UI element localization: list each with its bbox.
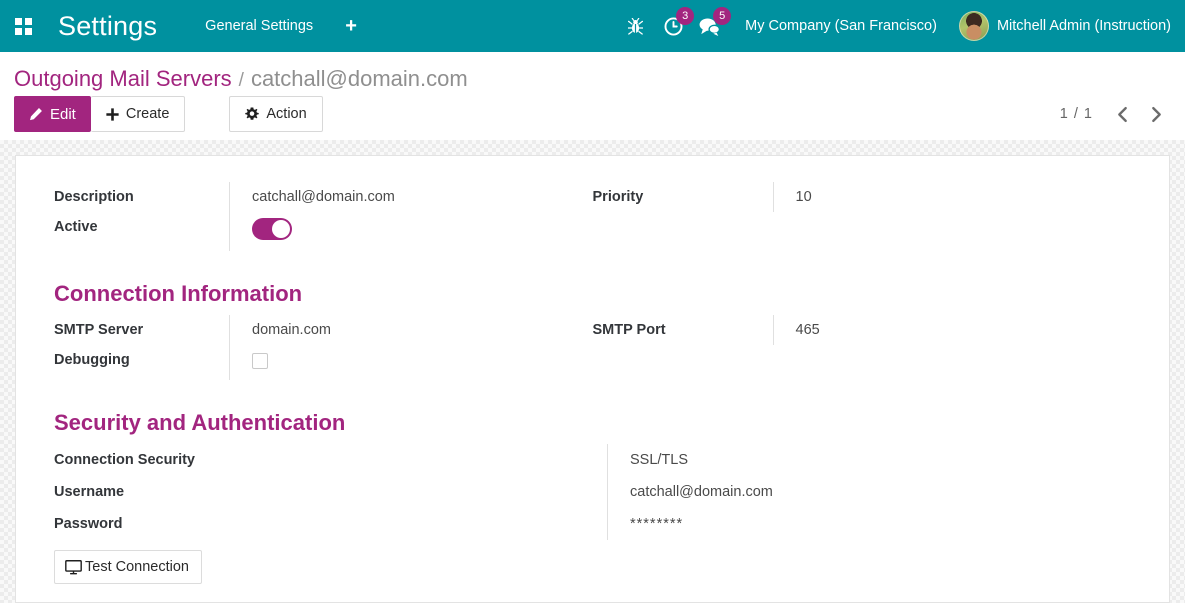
form-row-password: Password ******** <box>54 508 1131 540</box>
user-name-label: Mitchell Admin (Instruction) <box>996 18 1171 34</box>
smtp-port-value[interactable]: 465 <box>772 315 1132 345</box>
app-brand-title[interactable]: Settings <box>58 11 157 42</box>
description-value[interactable]: catchall@domain.com <box>229 182 593 212</box>
monitor-icon <box>65 559 82 574</box>
action-button[interactable]: Action <box>229 96 323 132</box>
form-col-left-active: Active <box>54 212 593 251</box>
form-row-debugging: Debugging <box>54 345 1131 380</box>
plus-icon <box>106 107 119 121</box>
messages-count-badge: 5 <box>713 6 732 25</box>
form-row-connection-security: Connection Security SSL/TLS <box>54 444 1131 476</box>
user-menu[interactable]: Mitchell Admin (Instruction) <box>949 11 1175 41</box>
description-label: Description <box>54 189 134 205</box>
pencil-icon <box>30 108 42 121</box>
control-panel: Outgoing Mail Servers / catchall@domain.… <box>0 52 1185 140</box>
action-button-row: Edit Create Action 1 / 1 <box>14 96 1171 140</box>
debugging-value-cell <box>229 345 593 380</box>
breadcrumb-separator: / <box>238 70 244 91</box>
pager-next-button[interactable] <box>1141 99 1171 129</box>
primary-button-group: Edit Create <box>14 96 186 132</box>
form-sheet: Description catchall@domain.com Priority… <box>15 155 1170 603</box>
navbar-right-group: 3 5 My Company (San Francisco) Mitchell … <box>614 6 1175 41</box>
chevron-right-icon <box>1151 106 1161 122</box>
debug-bug-icon[interactable] <box>614 17 657 35</box>
form-col-right-empty2 <box>593 345 1132 380</box>
form-row-description: Description catchall@domain.com Priority… <box>54 182 1131 212</box>
pager-value: 1 / 1 <box>1059 106 1093 122</box>
priority-value[interactable]: 10 <box>772 182 1132 212</box>
gear-icon <box>245 107 260 120</box>
smtp-server-label: SMTP Server <box>54 322 144 338</box>
connection-section-title: Connection Information <box>54 281 303 306</box>
active-label: Active <box>54 219 98 235</box>
smtp-port-label: SMTP Port <box>592 322 666 338</box>
password-label: Password <box>54 516 123 532</box>
pager-previous-button[interactable] <box>1107 99 1137 129</box>
test-connection-label: Test Connection <box>85 559 189 575</box>
form-col-left: Description catchall@domain.com <box>54 182 593 212</box>
messages-menu[interactable]: 5 <box>692 6 732 37</box>
form-col-right-port: SMTP Port 465 <box>593 315 1132 345</box>
record-pager: 1 / 1 <box>1050 96 1171 132</box>
create-button-label: Create <box>125 106 170 122</box>
edit-button-label: Edit <box>50 105 76 123</box>
active-toggle[interactable] <box>252 218 292 240</box>
password-value[interactable]: ******** <box>607 508 1131 540</box>
new-record-button[interactable]: + <box>335 12 367 40</box>
form-col-left-debugging: Debugging <box>54 345 593 380</box>
avatar <box>958 11 989 41</box>
debugging-checkbox[interactable] <box>252 353 268 369</box>
form-col-right: Priority 10 <box>593 182 1132 212</box>
connection-security-label: Connection Security <box>54 452 195 468</box>
breadcrumb-parent-link[interactable]: Outgoing Mail Servers <box>14 66 232 92</box>
debugging-label: Debugging <box>54 352 130 368</box>
username-label: Username <box>54 484 125 500</box>
form-row-active: Active <box>54 212 1131 251</box>
connection-security-value[interactable]: SSL/TLS <box>607 444 1131 476</box>
action-button-label: Action <box>266 106 307 122</box>
test-connection-button[interactable]: Test Connection <box>54 550 202 584</box>
form-col-left-smtp: SMTP Server domain.com <box>54 315 593 345</box>
edit-button[interactable]: Edit <box>14 96 91 132</box>
form-row-username: Username catchall@domain.com <box>54 476 1131 508</box>
activities-menu[interactable]: 3 <box>657 6 695 37</box>
top-navbar: Settings General Settings + 3 5 My Compa… <box>0 0 1185 52</box>
active-value-cell <box>229 212 593 251</box>
apps-grid-icon <box>14 17 32 35</box>
security-section-title: Security and Authentication <box>54 410 346 435</box>
breadcrumb: Outgoing Mail Servers / catchall@domain.… <box>14 52 1171 96</box>
username-value[interactable]: catchall@domain.com <box>607 476 1131 508</box>
form-row-smtp-server: SMTP Server domain.com SMTP Port 465 <box>54 315 1131 345</box>
company-switcher[interactable]: My Company (San Francisco) <box>729 12 949 40</box>
form-col-right-empty <box>593 212 1132 251</box>
create-button[interactable]: Create <box>90 96 186 132</box>
breadcrumb-current: catchall@domain.com <box>250 66 468 91</box>
content-background: Description catchall@domain.com Priority… <box>0 140 1185 603</box>
menu-general-settings[interactable]: General Settings <box>197 12 321 40</box>
apps-menu-toggle[interactable] <box>6 6 40 46</box>
priority-label: Priority <box>592 189 644 205</box>
chevron-left-icon <box>1117 106 1127 122</box>
smtp-server-value[interactable]: domain.com <box>229 315 593 345</box>
